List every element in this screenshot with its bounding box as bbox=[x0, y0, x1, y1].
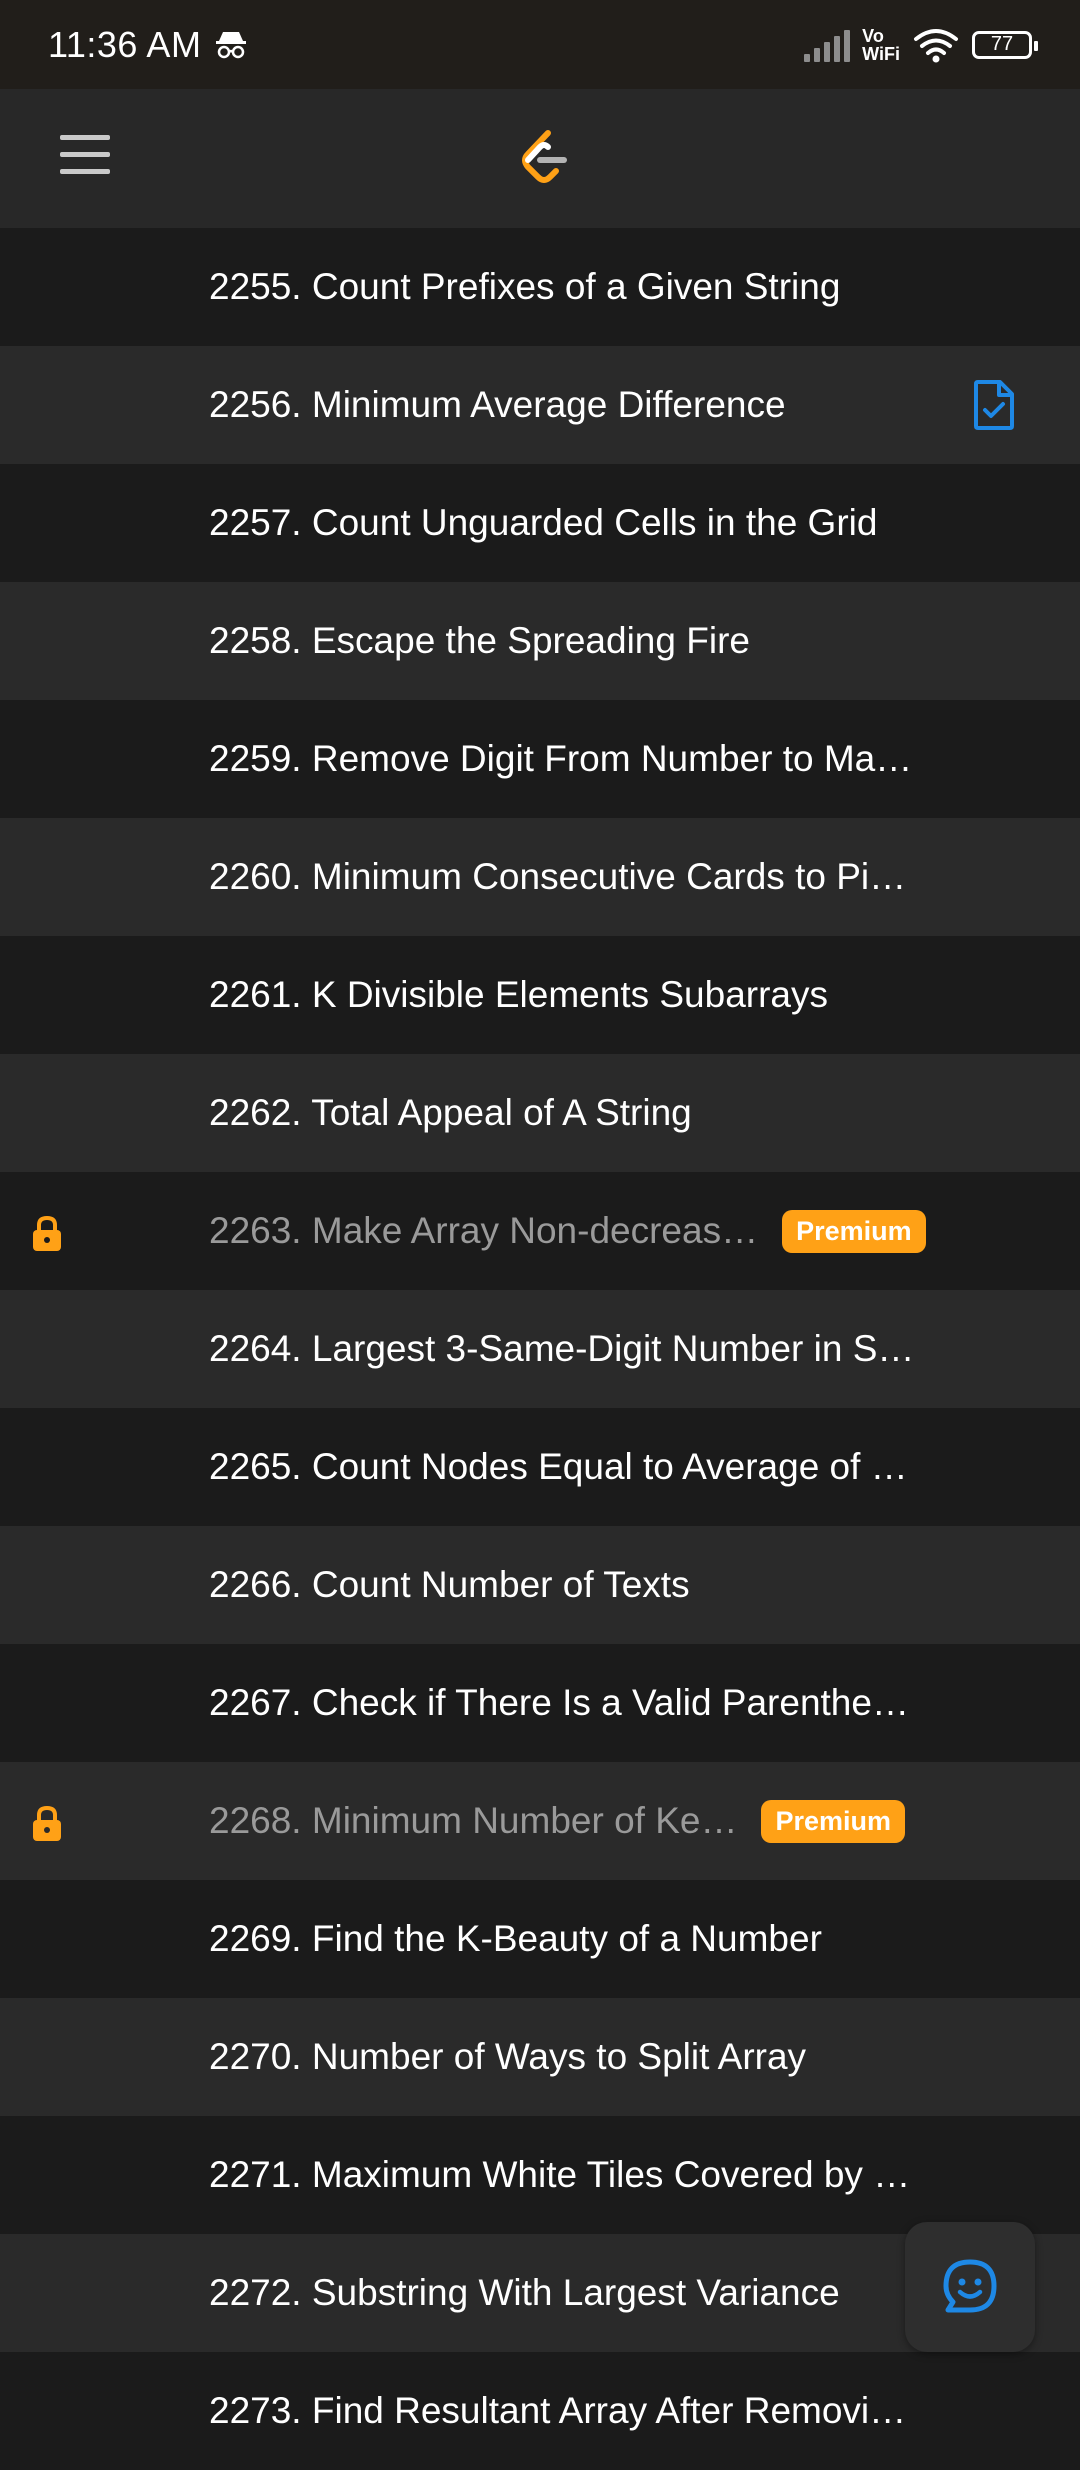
app-bar bbox=[0, 89, 1080, 228]
problem-title: 2263. Make Array Non-decreas… bbox=[209, 1210, 759, 1251]
status-bar: 11:36 AM Vo WiFi 77 bbox=[0, 0, 1080, 89]
problem-title: 2265. Count Nodes Equal to Average of … bbox=[209, 1446, 908, 1487]
problem-row[interactable]: 2262. Total Appeal of A String bbox=[0, 1054, 1080, 1172]
problem-title: 2262. Total Appeal of A String bbox=[209, 1092, 692, 1133]
problem-row[interactable]: 2258. Escape the Spreading Fire bbox=[0, 582, 1080, 700]
problem-row[interactable]: 2257. Count Unguarded Cells in the Grid bbox=[0, 464, 1080, 582]
problem-row[interactable]: 2267. Check if There Is a Valid Parenthe… bbox=[0, 1644, 1080, 1762]
problem-title: 2260. Minimum Consecutive Cards to Pi… bbox=[209, 856, 907, 897]
status-icons: Vo WiFi 77 bbox=[804, 25, 1038, 64]
vowifi-label: Vo WiFi bbox=[862, 25, 900, 64]
problem-row[interactable]: 2260. Minimum Consecutive Cards to Pi… bbox=[0, 818, 1080, 936]
problem-title: 2264. Largest 3-Same-Digit Number in S… bbox=[209, 1328, 915, 1369]
problem-title: 2257. Count Unguarded Cells in the Grid bbox=[209, 502, 878, 543]
leetcode-logo bbox=[522, 130, 567, 183]
hamburger-icon bbox=[60, 135, 110, 140]
problem-row[interactable]: 2256. Minimum Average Difference bbox=[0, 346, 1080, 464]
problem-title: 2258. Escape the Spreading Fire bbox=[209, 620, 750, 661]
signal-strength-icon bbox=[804, 28, 851, 62]
solved-document-icon bbox=[974, 380, 1014, 430]
problem-row[interactable]: 2270. Number of Ways to Split Array bbox=[0, 1998, 1080, 2116]
feedback-button[interactable] bbox=[905, 2222, 1035, 2352]
wifi-icon bbox=[914, 28, 958, 62]
problem-row-locked[interactable]: 2268. Minimum Number of Ke… Premium bbox=[0, 1762, 1080, 1880]
premium-badge: Premium bbox=[761, 1799, 906, 1843]
problem-row[interactable]: 2255. Count Prefixes of a Given String bbox=[0, 228, 1080, 346]
problem-row[interactable]: 2264. Largest 3-Same-Digit Number in S… bbox=[0, 1290, 1080, 1408]
problem-title: 2259. Remove Digit From Number to Ma… bbox=[209, 738, 913, 779]
problem-title: 2255. Count Prefixes of a Given String bbox=[209, 266, 841, 307]
premium-badge: Premium bbox=[782, 1209, 926, 1253]
problem-title: 2268. Minimum Number of Ke… bbox=[209, 1800, 738, 1841]
problem-title: 2269. Find the K-Beauty of a Number bbox=[209, 1918, 822, 1959]
problem-title: 2270. Number of Ways to Split Array bbox=[209, 2036, 807, 2077]
problem-title: 2267. Check if There Is a Valid Parenthe… bbox=[209, 1682, 909, 1723]
problem-list: 2255. Count Prefixes of a Given String 2… bbox=[0, 228, 1080, 2470]
incognito-icon bbox=[216, 31, 247, 58]
problem-row[interactable]: 2265. Count Nodes Equal to Average of … bbox=[0, 1408, 1080, 1526]
problem-row[interactable]: 2271. Maximum White Tiles Covered by … bbox=[0, 2116, 1080, 2234]
problem-title: 2271. Maximum White Tiles Covered by … bbox=[209, 2154, 911, 2195]
problem-row[interactable]: 2259. Remove Digit From Number to Ma… bbox=[0, 700, 1080, 818]
lock-icon bbox=[33, 1215, 61, 1251]
menu-button[interactable] bbox=[60, 135, 110, 181]
problem-row-locked[interactable]: 2263. Make Array Non-decreas… Premium bbox=[0, 1172, 1080, 1290]
problem-title: 2273. Find Resultant Array After Removi… bbox=[209, 2390, 907, 2431]
problem-row[interactable]: 2266. Count Number of Texts bbox=[0, 1526, 1080, 1644]
problem-title: 2261. K Divisible Elements Subarrays bbox=[209, 974, 829, 1015]
problem-row[interactable]: 2269. Find the K-Beauty of a Number bbox=[0, 1880, 1080, 1998]
problem-title: 2256. Minimum Average Difference bbox=[209, 384, 786, 425]
battery-icon: 77 bbox=[972, 30, 1038, 59]
problem-row[interactable]: 2273. Find Resultant Array After Removi… bbox=[0, 2352, 1080, 2470]
battery-level: 77 bbox=[990, 33, 1014, 55]
lock-icon bbox=[33, 1805, 61, 1841]
problem-title: 2272. Substring With Largest Variance bbox=[209, 2272, 840, 2313]
problem-title: 2266. Count Number of Texts bbox=[209, 1564, 690, 1605]
chat-smile-icon bbox=[943, 2259, 997, 2313]
status-time: 11:36 AM bbox=[48, 23, 202, 65]
problem-row[interactable]: 2261. K Divisible Elements Subarrays bbox=[0, 936, 1080, 1054]
